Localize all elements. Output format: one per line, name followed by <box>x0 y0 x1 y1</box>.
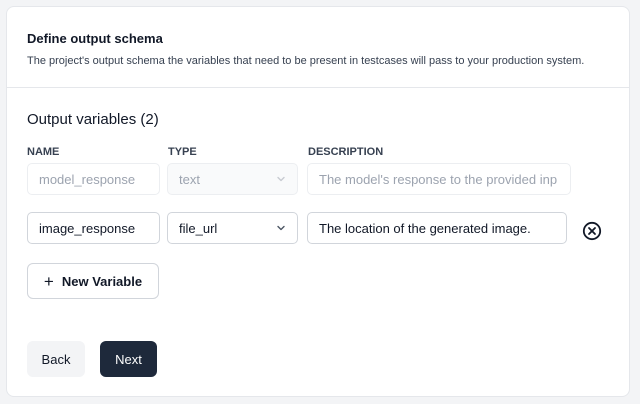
column-header-type: TYPE <box>168 146 197 158</box>
back-button[interactable]: Back <box>27 341 85 377</box>
output-schema-card: Define output schema The project's outpu… <box>6 6 630 397</box>
variable-description-input: The model's response to the provided inp <box>307 163 571 195</box>
page-title: Define output schema <box>27 31 163 46</box>
next-button[interactable]: Next <box>100 341 157 377</box>
remove-variable-button[interactable] <box>581 220 603 242</box>
variable-name-input[interactable]: image_response <box>27 212 160 244</box>
new-variable-label: New Variable <box>61 273 143 289</box>
close-circle-icon <box>582 221 602 241</box>
chevron-down-icon <box>276 223 286 233</box>
variable-type-select[interactable]: file_url <box>167 212 298 244</box>
card-header: Define output schema The project's outpu… <box>7 7 629 88</box>
variable-name-input: model_response <box>27 163 160 195</box>
variable-description-input[interactable]: The location of the generated image. <box>307 212 567 244</box>
page-subtitle: The project's output schema the variable… <box>27 55 585 67</box>
variable-type-select: text <box>167 163 298 195</box>
variable-type-value: file_url <box>179 220 218 236</box>
chevron-down-icon <box>276 174 286 184</box>
new-variable-button[interactable]: + New Variable <box>27 263 159 299</box>
column-header-description: DESCRIPTION <box>308 146 384 158</box>
section-title: Output variables (2) <box>27 111 159 128</box>
column-header-name: NAME <box>27 146 60 158</box>
variable-type-value: text <box>179 171 200 187</box>
plus-icon: + <box>43 271 54 291</box>
